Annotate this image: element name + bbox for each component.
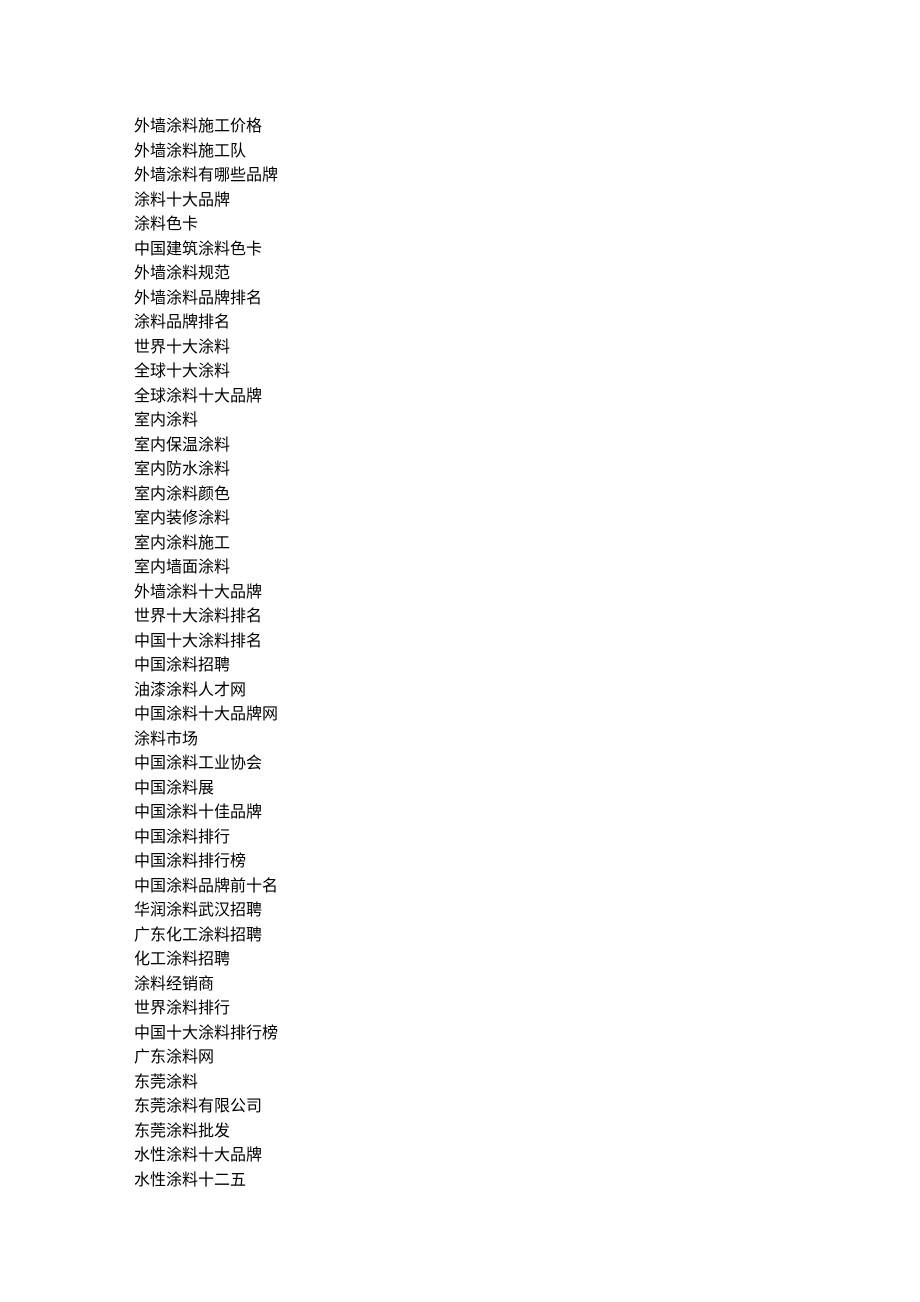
text-line: 中国涂料排行榜 — [134, 850, 786, 875]
document-content: 外墙涂料施工价格 外墙涂料施工队 外墙涂料有哪些品牌 涂料十大品牌 涂料色卡 中… — [0, 0, 920, 1193]
text-line: 水性涂料十二五 — [134, 1169, 786, 1194]
text-line: 中国十大涂料排名 — [134, 630, 786, 655]
text-line: 广东化工涂料招聘 — [134, 924, 786, 949]
text-line: 外墙涂料规范 — [134, 262, 786, 287]
text-line: 外墙涂料施工价格 — [134, 115, 786, 140]
text-line: 中国涂料展 — [134, 777, 786, 802]
text-line: 广东涂料网 — [134, 1046, 786, 1071]
text-line: 涂料经销商 — [134, 973, 786, 998]
text-line: 室内墙面涂料 — [134, 556, 786, 581]
text-line: 全球十大涂料 — [134, 360, 786, 385]
text-line: 涂料色卡 — [134, 213, 786, 238]
text-line: 东莞涂料有限公司 — [134, 1095, 786, 1120]
text-line: 世界十大涂料 — [134, 336, 786, 361]
text-line: 涂料十大品牌 — [134, 189, 786, 214]
text-line: 中国建筑涂料色卡 — [134, 238, 786, 263]
text-line: 化工涂料招聘 — [134, 948, 786, 973]
text-line: 中国十大涂料排行榜 — [134, 1022, 786, 1047]
text-line: 外墙涂料施工队 — [134, 140, 786, 165]
text-line: 室内防水涂料 — [134, 458, 786, 483]
text-line: 外墙涂料品牌排名 — [134, 287, 786, 312]
text-line: 中国涂料品牌前十名 — [134, 875, 786, 900]
text-line: 世界涂料排行 — [134, 997, 786, 1022]
text-line: 东莞涂料 — [134, 1071, 786, 1096]
text-line: 涂料市场 — [134, 728, 786, 753]
text-line: 中国涂料工业协会 — [134, 752, 786, 777]
text-line: 中国涂料十大品牌网 — [134, 703, 786, 728]
text-line: 涂料品牌排名 — [134, 311, 786, 336]
text-line: 室内涂料 — [134, 409, 786, 434]
text-line: 外墙涂料有哪些品牌 — [134, 164, 786, 189]
text-line: 全球涂料十大品牌 — [134, 385, 786, 410]
text-line: 室内装修涂料 — [134, 507, 786, 532]
text-line: 中国涂料十佳品牌 — [134, 801, 786, 826]
text-line: 外墙涂料十大品牌 — [134, 581, 786, 606]
text-line: 世界十大涂料排名 — [134, 605, 786, 630]
text-line: 华润涂料武汉招聘 — [134, 899, 786, 924]
text-line: 中国涂料招聘 — [134, 654, 786, 679]
text-line: 室内涂料颜色 — [134, 483, 786, 508]
text-line: 室内保温涂料 — [134, 434, 786, 459]
text-line: 中国涂料排行 — [134, 826, 786, 851]
text-line: 油漆涂料人才网 — [134, 679, 786, 704]
text-line: 东莞涂料批发 — [134, 1120, 786, 1145]
text-line: 水性涂料十大品牌 — [134, 1144, 786, 1169]
text-line: 室内涂料施工 — [134, 532, 786, 557]
